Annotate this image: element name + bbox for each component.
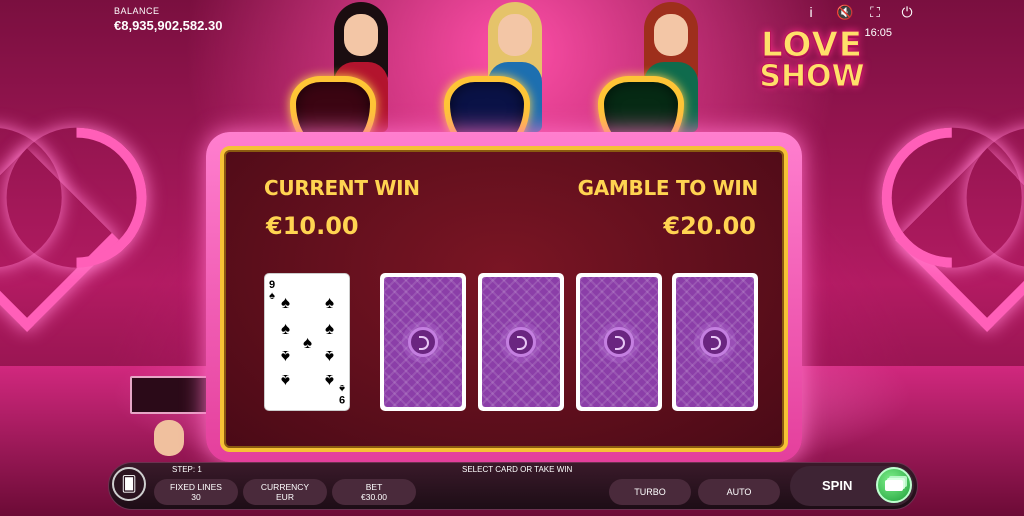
info-icon[interactable]: i (804, 4, 818, 21)
spade-icon: ♠ (324, 347, 335, 366)
mute-icon[interactable]: 🔇 (836, 4, 853, 21)
current-win-value: €10.00 (266, 212, 359, 240)
gamble-to-win-label: GAMBLE TO WIN (577, 176, 759, 200)
card-back-emblem-icon (700, 327, 730, 357)
collect-cash-icon[interactable] (876, 467, 912, 503)
bet-value: €30.00 (361, 492, 387, 502)
bet-button[interactable]: BET €30.00 (332, 479, 416, 505)
spade-icon: ♠ (302, 333, 313, 352)
face-down-card-4[interactable] (672, 273, 758, 411)
bet-label: BET (365, 482, 383, 492)
spin-label: SPIN (822, 478, 853, 493)
logo-line-2: SHOW (759, 59, 865, 94)
balance-value: €8,935,902,582.30 (114, 18, 223, 33)
card-back-emblem-icon (506, 327, 536, 357)
spade-icon: ♠ (280, 293, 291, 312)
step-indicator: STEP: 1 (172, 465, 202, 474)
spade-icon: ♠ (324, 319, 335, 338)
spade-icon: ♠ (280, 347, 291, 366)
fixed-lines-value: 30 (191, 492, 201, 502)
fullscreen-icon[interactable]: ⛶ (868, 4, 882, 21)
cards-icon: 🂠 (121, 476, 137, 493)
currency-label: CURRENCY (260, 482, 310, 492)
currency-display: CURRENCY EUR (243, 479, 327, 505)
card-back-emblem-icon (408, 327, 438, 357)
neon-heart-left (0, 98, 176, 368)
turbo-label: TURBO (634, 487, 666, 497)
gamble-to-win-value: €20.00 (663, 212, 756, 240)
current-win-label: CURRENT WIN (264, 176, 420, 200)
top-controls: i 🔇 ⛶ ⏻ (804, 4, 914, 21)
spade-icon: ♠ (280, 319, 291, 338)
card-back-emblem-icon (604, 327, 634, 357)
card-index-top: 9 ♠ (269, 279, 276, 302)
currency-value: EUR (276, 492, 294, 502)
fixed-lines-label: FIXED LINES (170, 482, 222, 492)
power-icon[interactable]: ⏻ (900, 4, 914, 21)
auto-label: AUTO (726, 487, 752, 497)
balance-label: BALANCE (114, 6, 160, 16)
neon-heart-right (852, 98, 1024, 368)
paytable-button[interactable]: 🂠 (112, 467, 146, 501)
turbo-button[interactable]: TURBO (609, 479, 691, 505)
fixed-lines-display: FIXED LINES 30 (154, 479, 238, 505)
game-logo: LOVE SHOW (752, 25, 872, 94)
spade-icon: ♠ (324, 371, 335, 390)
logo-line-1: LOVE (761, 25, 863, 65)
auto-button[interactable]: AUTO (698, 479, 780, 505)
face-down-card-2[interactable] (478, 273, 564, 411)
instruction-text: SELECT CARD OR TAKE WIN (462, 465, 573, 474)
dealer-card: 9 ♠ ♠ ♠ ♠ ♠ ♠ ♠ ♠ ♠ ♠ 9 ♠ (264, 273, 350, 411)
face-down-card-3[interactable] (576, 273, 662, 411)
presenter-figure (126, 376, 212, 476)
spade-icon: ♠ (324, 293, 335, 312)
face-down-card-1[interactable] (380, 273, 466, 411)
spade-icon: ♠ (280, 371, 291, 390)
card-index-bottom: 9 ♠ (338, 382, 345, 405)
